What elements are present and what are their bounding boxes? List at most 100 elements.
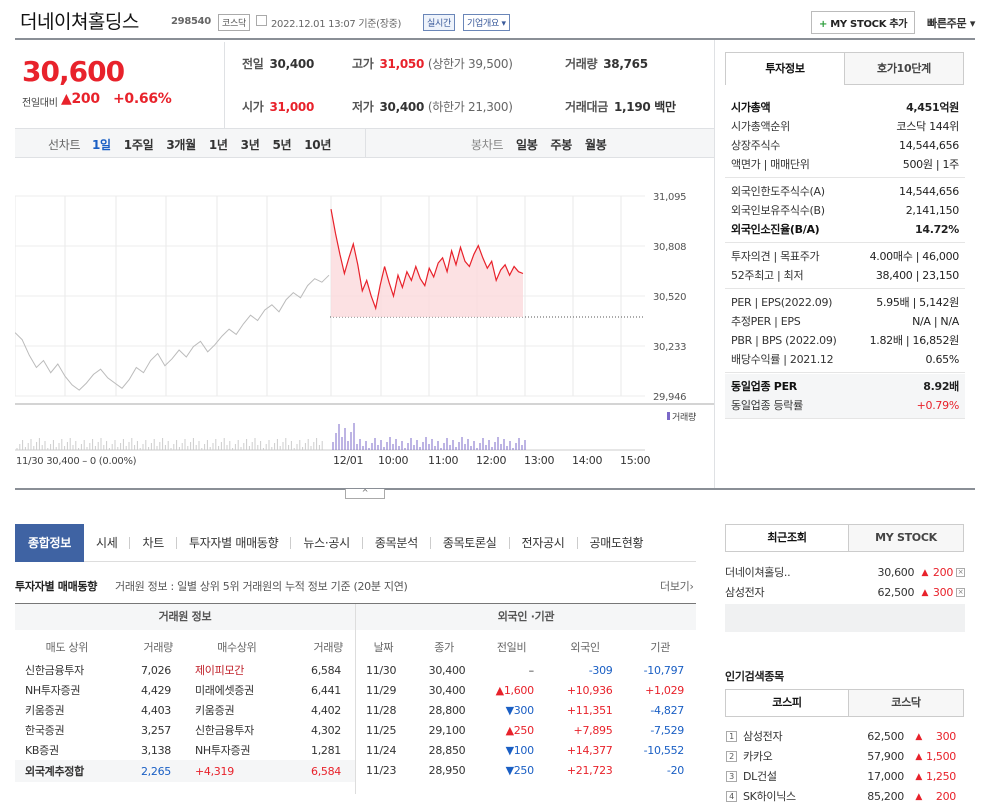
- col-header: 매도 상위: [45, 641, 89, 654]
- info-key: 52주최고 | 최저: [731, 269, 804, 282]
- table-cell: 키움증권: [25, 704, 65, 717]
- recent-item[interactable]: 삼성전자 62,500 ▲ 300 ×: [725, 583, 965, 603]
- nav-tab[interactable]: 종목토론실: [429, 536, 509, 549]
- period-tab[interactable]: 10년: [304, 138, 331, 152]
- tab-hoga[interactable]: 호가10단계: [844, 52, 964, 85]
- nav-tab[interactable]: 종합정보: [15, 523, 84, 562]
- popular-name: 카카오: [743, 750, 773, 763]
- table-cell: -7,529: [650, 723, 684, 737]
- popular-item[interactable]: 4 SK하이닉스 85,200 ▲ 200: [725, 787, 965, 807]
- nav-tab[interactable]: 전자공시: [508, 536, 577, 549]
- info-key: 액면가 | 매매단위: [731, 158, 810, 171]
- table-cell: ▼300: [505, 703, 535, 717]
- intraday-chart[interactable]: 31,095 30,808 30,520 30,233 29,946 거래량 11/30 3…: [15, 160, 714, 470]
- table-cell: 11/24: [366, 743, 397, 757]
- popular-price: 85,200: [867, 790, 904, 803]
- popular-item[interactable]: 1 삼성전자 62,500 ▲ 300: [725, 727, 965, 747]
- period-tab[interactable]: 5년: [272, 138, 291, 152]
- add-mystock-button[interactable]: + MY STOCK 추가: [811, 11, 916, 34]
- info-value: N/A | N/A: [912, 315, 959, 328]
- info-row: 추정PER | EPS N/A | N/A: [725, 312, 965, 331]
- prev-label: 전일: [242, 57, 264, 71]
- period-tab[interactable]: 1년: [209, 138, 228, 152]
- tab-recent[interactable]: 최근조회: [725, 524, 849, 552]
- nav-tab[interactable]: 시세: [84, 537, 129, 549]
- table-cell: 3,257: [140, 723, 171, 737]
- nav-tab[interactable]: 투자자별 매매동향: [175, 536, 290, 549]
- more-link[interactable]: 더보기›: [660, 578, 694, 594]
- close-icon[interactable]: ×: [956, 588, 965, 597]
- candle-tab[interactable]: 일봉: [516, 138, 538, 152]
- recent-item[interactable]: 더네이쳐홀딩.. 30,600 ▲ 200 ×: [725, 563, 965, 583]
- info-value: 14.72%: [914, 223, 959, 236]
- info-key: 상장주식수: [731, 139, 781, 152]
- plus-icon: +: [819, 19, 828, 30]
- x-tick: 14:00: [572, 454, 603, 467]
- recent-change: 300: [932, 586, 954, 599]
- rank-badge: 3: [726, 771, 737, 782]
- period-tab[interactable]: 1주일: [124, 138, 154, 152]
- amt-label: 거래대금: [565, 100, 608, 114]
- col-header: 기관: [650, 641, 671, 654]
- nav-tab[interactable]: 차트: [129, 536, 175, 549]
- tab-kosdaq[interactable]: 코스닥: [848, 689, 964, 717]
- table-cell: -4,827: [650, 703, 684, 717]
- table-cell: 4,402: [311, 703, 341, 717]
- info-row: 시가총액순위 코스닥 144위: [725, 117, 965, 136]
- investor-title: 투자자별 매매동향: [15, 580, 98, 593]
- info-value: 코스닥 144위: [896, 120, 959, 133]
- period-tab[interactable]: 3년: [241, 138, 260, 152]
- table-cell: 1,281: [311, 743, 341, 757]
- recent-price: 30,600: [877, 566, 915, 579]
- info-row: 52주최고 | 최저 38,400 | 23,150: [725, 266, 965, 285]
- table-row: 11/24 28,850 ▼100 +14,377 -10,552: [356, 740, 696, 760]
- tab-invest-info[interactable]: 투자정보: [725, 52, 845, 85]
- broker-table: 매도 상위 거래량 매수상위 거래량 신한금융투자 7,026 제이피모간 6,584 NH투자…: [15, 634, 355, 782]
- popular-item[interactable]: 3 DL건설 17,000 ▲ 1,250: [725, 767, 965, 787]
- info-row: 액면가 | 매매단위 500원 | 1주: [725, 155, 965, 174]
- period-tab[interactable]: 1일: [92, 138, 111, 152]
- popular-item[interactable]: 2 카카오 57,900 ▲ 1,500: [725, 747, 965, 767]
- candle-tab[interactable]: 월봉: [585, 138, 607, 152]
- tab-kospi[interactable]: 코스피: [725, 689, 849, 717]
- info-value: 500원 | 1주: [902, 158, 960, 171]
- nav-tab[interactable]: 종목분석: [361, 536, 430, 549]
- table-cell: –: [528, 663, 535, 677]
- company-info-dropdown[interactable]: 기업개요 ▾: [463, 14, 510, 31]
- x-tick: 12:00: [476, 454, 507, 467]
- table-row: 한국증권 3,257 신한금융투자 4,302: [15, 720, 355, 740]
- info-value: +0.79%: [916, 399, 960, 412]
- info-row: 외국인소진율(B/A) 14.72%: [725, 220, 965, 239]
- table-row: 11/30 30,400 – -309 -10,797: [356, 660, 696, 680]
- prev-value: 30,400: [269, 57, 314, 71]
- period-tab[interactable]: 3개월: [166, 138, 196, 152]
- invest-info-panel: 시가총액 4,451억원 시가총액순위 코스닥 144위 상장주식수 14,544,656…: [725, 95, 965, 420]
- amt-value: 1,190 백만: [613, 100, 676, 114]
- table-row: NH투자증권 4,429 미래에셋증권 6,441: [15, 680, 355, 700]
- close-icon[interactable]: ×: [956, 568, 965, 577]
- open-price: 시가 31,000: [242, 98, 314, 115]
- quick-order-link[interactable]: 빠른주문 ▾: [927, 15, 975, 31]
- nav-tab[interactable]: 공매도현황: [576, 536, 656, 549]
- table-header-row: 날짜 종가 전일비 외국인 기관: [356, 634, 696, 660]
- y-tick: 29,946: [653, 392, 686, 403]
- tab-mystock[interactable]: MY STOCK: [848, 524, 964, 552]
- table-cell: 4,403: [140, 703, 171, 717]
- price-change: ▲200: [61, 91, 100, 107]
- info-row: 외국인보유주식수(B) 2,141,150: [725, 201, 965, 220]
- divider: [224, 42, 225, 128]
- col-header: 거래량: [313, 641, 344, 654]
- calendar-icon: [256, 15, 267, 26]
- info-group: PER | EPS(2022.09) 5.95배 | 5,142원 추정PER | …: [725, 290, 965, 373]
- info-key: 동일업종 등락률: [731, 399, 803, 412]
- candle-chart-label: 봉차트: [471, 138, 504, 152]
- info-row: 동일업종 PER 8.92배: [725, 377, 965, 396]
- candle-tab[interactable]: 주봉: [550, 138, 572, 152]
- info-row: 시가총액 4,451억원: [725, 98, 965, 117]
- collapse-icon[interactable]: ^: [345, 489, 385, 499]
- foreign-inst-table: 날짜 종가 전일비 외국인 기관 11/30 30,400 – -309 -10,797 11/29…: [356, 634, 696, 780]
- vol-value: 38,765: [603, 57, 648, 71]
- nav-tab[interactable]: 뉴스·공시: [290, 536, 361, 549]
- realtime-badge[interactable]: 실시간: [423, 14, 455, 31]
- datetime: 2022.12.01 13:07: [271, 19, 356, 30]
